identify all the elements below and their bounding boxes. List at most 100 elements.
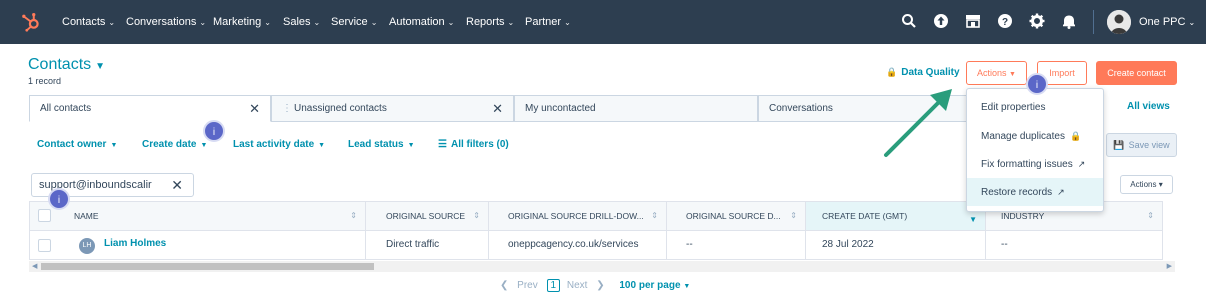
account-menu[interactable]: One PPC ⌄ — [1139, 0, 1195, 44]
table-actions-button[interactable]: Actions ▾ — [1120, 175, 1173, 194]
menu-item-manage-duplicates[interactable]: Manage duplicates 🔒 — [967, 122, 1103, 150]
all-filters-button[interactable]: ☰ All filters (0) — [438, 139, 509, 150]
help-icon[interactable]: ? — [996, 12, 1014, 30]
upgrade-icon[interactable] — [932, 12, 950, 30]
marketplace-icon[interactable] — [964, 12, 982, 30]
row-checkbox[interactable] — [38, 239, 51, 252]
all-views-link[interactable]: All views — [1127, 101, 1170, 112]
next-page-button[interactable]: Next — [567, 280, 588, 291]
column-header-name[interactable]: NAME ⇕ — [30, 201, 366, 231]
save-icon: 💾 — [1113, 140, 1125, 150]
external-link-icon: ↗ — [1057, 187, 1065, 197]
cell-drill-down: oneppcagency.co.uk/services — [489, 231, 667, 260]
annotation-arrow-icon — [884, 89, 952, 157]
sort-icon[interactable]: ⇕ — [1147, 202, 1154, 230]
tab-all-contacts[interactable]: All contacts ✕ — [29, 95, 271, 122]
nav-automation[interactable]: Automation ⌄ — [389, 0, 454, 44]
caret-down-icon: ▼ — [110, 142, 118, 149]
notifications-icon[interactable] — [1060, 12, 1078, 30]
page-title[interactable]: Contacts ▼ — [28, 56, 105, 74]
settings-icon[interactable] — [1028, 12, 1046, 30]
filter-last-activity-date[interactable]: Last activity date ▼ — [233, 139, 325, 150]
search-icon[interactable] — [900, 12, 918, 30]
svg-text:?: ? — [1002, 17, 1008, 28]
actions-button[interactable]: Actions ▼ — [966, 61, 1027, 85]
lock-icon: 🔒 — [1069, 131, 1082, 141]
nav-contacts[interactable]: Contacts ⌄ — [62, 0, 115, 44]
chevron-left-icon[interactable]: ❮ — [500, 280, 508, 291]
cell-original-source: Direct traffic — [366, 231, 489, 260]
menu-item-restore-records[interactable]: Restore records ↗ — [967, 178, 1103, 206]
column-header-drill-down-2[interactable]: ORIGINAL SOURCE D... ⇕ — [667, 201, 806, 231]
chevron-right-icon[interactable]: ❯ — [596, 280, 604, 291]
scrollbar-thumb[interactable] — [41, 263, 374, 270]
chevron-down-icon: ⌄ — [264, 18, 271, 27]
record-count: 1 record — [28, 76, 62, 86]
nav-partner[interactable]: Partner ⌄ — [525, 0, 571, 44]
data-quality-link[interactable]: 🔒 Data Quality — [886, 67, 960, 78]
nav-conversations[interactable]: Conversations ⌄ — [126, 0, 206, 44]
menu-item-fix-formatting-issues[interactable]: Fix formatting issues ↗ — [967, 150, 1103, 178]
sort-icon[interactable]: ⇕ — [651, 202, 658, 230]
sort-icon[interactable]: ⇕ — [473, 202, 480, 230]
pagination: ❮ Prev 1 Next ❯ 100 per page ▼ — [500, 279, 690, 292]
chevron-down-icon: ⌄ — [313, 18, 321, 27]
nav-reports[interactable]: Reports ⌄ — [466, 0, 514, 44]
filter-create-date[interactable]: Create date ▼ — [142, 139, 207, 150]
column-header-original-source[interactable]: ORIGINAL SOURCE ⇕ — [366, 201, 489, 231]
menu-item-edit-properties[interactable]: Edit properties — [967, 94, 1103, 122]
caret-down-icon: ▼ — [1009, 71, 1016, 78]
caret-down-icon: ▼ — [407, 142, 415, 149]
top-navigation: Contacts ⌄ Conversations ⌄ Marketing ⌄ Sale… — [0, 0, 1206, 44]
chevron-down-icon: ⌄ — [507, 18, 515, 27]
drag-handle-icon[interactable]: ⋮ — [282, 103, 292, 114]
filter-lead-status[interactable]: Lead status ▼ — [348, 139, 415, 150]
chevron-down-icon: ⌄ — [199, 18, 207, 27]
cell-create-date: 28 Jul 2022 — [806, 231, 986, 260]
filter-sliders-icon: ☰ — [438, 139, 447, 150]
hint-badge[interactable]: i — [1026, 73, 1048, 95]
chevron-down-icon: ⌄ — [1188, 18, 1196, 27]
contact-name-link[interactable]: Liam Holmes — [104, 238, 166, 249]
clear-search-icon[interactable]: ✕ — [171, 174, 183, 196]
caret-down-icon: ▼ — [95, 61, 106, 72]
user-photo-icon — [1107, 10, 1131, 34]
column-header-create-date[interactable]: CREATE DATE (GMT) ▼ — [806, 201, 986, 231]
save-view-button[interactable]: 💾 Save view — [1106, 133, 1177, 157]
caret-down-icon: ▼ — [318, 142, 326, 149]
lock-icon: 🔒 — [886, 67, 898, 77]
select-all-checkbox[interactable] — [38, 209, 51, 222]
create-contact-button[interactable]: Create contact — [1096, 61, 1177, 85]
nav-sales[interactable]: Sales ⌄ — [283, 0, 320, 44]
nav-service[interactable]: Service ⌄ — [331, 0, 377, 44]
close-icon[interactable]: ✕ — [492, 96, 503, 122]
nav-divider — [1093, 10, 1094, 34]
tab-my-uncontacted[interactable]: My uncontacted — [514, 95, 758, 122]
current-page[interactable]: 1 — [546, 279, 561, 292]
scroll-left-icon[interactable]: ◀ — [32, 261, 37, 272]
contact-avatar: LH — [79, 238, 95, 254]
avatar[interactable] — [1107, 10, 1131, 34]
hint-badge[interactable]: i — [48, 188, 70, 210]
close-icon[interactable]: ✕ — [249, 96, 260, 122]
hint-badge[interactable]: i — [203, 120, 225, 142]
cell-drill-down-2: -- — [667, 231, 806, 260]
sort-icon[interactable]: ⇕ — [790, 202, 797, 230]
nav-marketing[interactable]: Marketing ⌄ — [213, 0, 271, 44]
scroll-right-icon[interactable]: ▶ — [1167, 261, 1172, 272]
cell-industry: -- — [986, 231, 1163, 260]
sort-icon[interactable]: ⇕ — [350, 202, 357, 230]
per-page-select[interactable]: 100 per page ▼ — [619, 280, 690, 291]
external-link-icon: ↗ — [1077, 159, 1086, 169]
actions-dropdown-menu: Edit properties Manage duplicates 🔒 Fix f… — [966, 88, 1104, 212]
horizontal-scrollbar[interactable]: ◀ ▶ — [29, 261, 1175, 272]
caret-down-icon: ▼ — [200, 142, 208, 149]
column-header-drill-down[interactable]: ORIGINAL SOURCE DRILL-DOW... ⇕ — [489, 201, 667, 231]
chevron-down-icon: ⌄ — [108, 18, 116, 27]
filter-contact-owner[interactable]: Contact owner ▼ — [37, 139, 117, 150]
chevron-down-icon: ⌄ — [564, 18, 571, 27]
prev-page-button[interactable]: Prev — [517, 280, 538, 291]
tab-unassigned-contacts[interactable]: ⋮ Unassigned contacts ✕ — [271, 95, 514, 122]
chevron-down-icon: ⌄ — [370, 18, 378, 27]
hubspot-logo-icon[interactable] — [20, 10, 42, 34]
